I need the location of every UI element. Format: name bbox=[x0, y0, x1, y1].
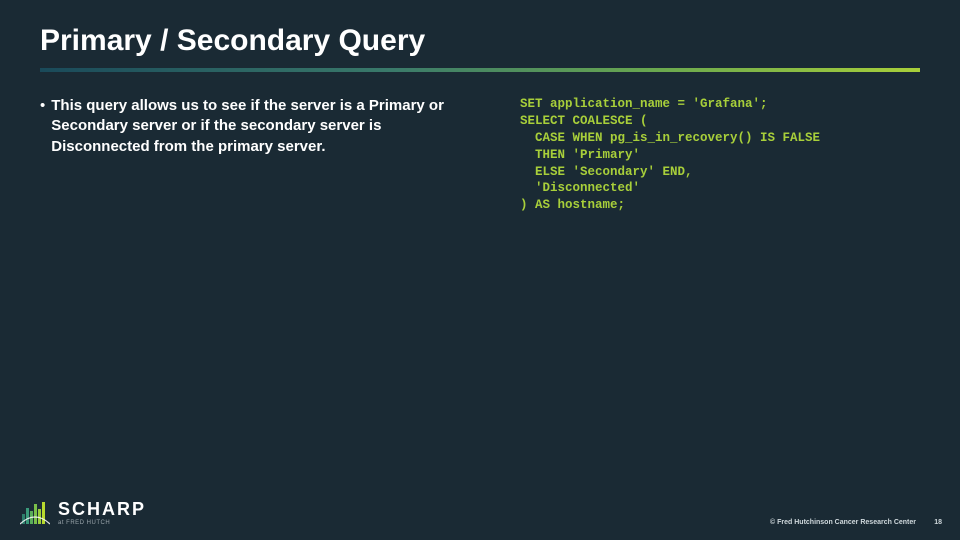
code-line: ) AS hostname; bbox=[520, 198, 625, 212]
page-number: 18 bbox=[934, 519, 942, 526]
slide-title: Primary / Secondary Query bbox=[40, 24, 425, 58]
code-line: CASE WHEN pg_is_in_recovery() IS FALSE bbox=[520, 131, 820, 145]
code-line: 'Disconnected' bbox=[520, 181, 640, 195]
title-underline bbox=[40, 68, 920, 72]
code-line: SELECT COALESCE ( bbox=[520, 114, 648, 128]
sql-code-block: SET application_name = 'Grafana'; SELECT… bbox=[520, 96, 920, 214]
bullet-item: • This query allows us to see if the ser… bbox=[40, 96, 470, 157]
right-column: SET application_name = 'Grafana'; SELECT… bbox=[520, 96, 920, 214]
footer-logo: SCHARP at FRED HUTCH bbox=[20, 500, 146, 526]
logo-main-text: SCHARP bbox=[58, 500, 146, 518]
left-column: • This query allows us to see if the ser… bbox=[40, 96, 470, 157]
scharp-logo-icon bbox=[20, 500, 50, 526]
copyright-text: © Fred Hutchinson Cancer Research Center bbox=[770, 519, 916, 526]
logo-text: SCHARP at FRED HUTCH bbox=[58, 500, 146, 526]
bullet-marker: • bbox=[40, 96, 45, 157]
logo-sub-text: at FRED HUTCH bbox=[58, 520, 146, 526]
code-line: ELSE 'Secondary' END, bbox=[520, 165, 693, 179]
code-line: SET application_name = 'Grafana'; bbox=[520, 97, 768, 111]
code-line: THEN 'Primary' bbox=[520, 148, 640, 162]
slide: Primary / Secondary Query • This query a… bbox=[0, 0, 960, 540]
bullet-text: This query allows us to see if the serve… bbox=[51, 96, 470, 157]
